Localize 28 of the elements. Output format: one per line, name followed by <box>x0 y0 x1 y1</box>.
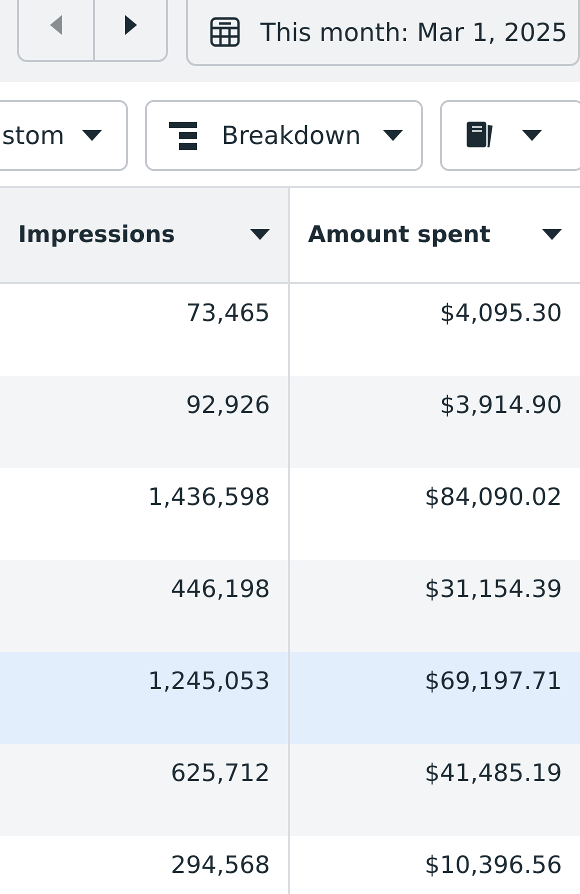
caret-icon <box>383 130 403 142</box>
table-cell: $69,197.71 <box>290 652 580 744</box>
table-cell-text: $4,095.30 <box>438 298 563 329</box>
caret-icon <box>250 229 270 241</box>
table-cell: $3,914.90 <box>290 376 580 468</box>
table-cell: $31,154.39 <box>290 560 580 652</box>
breakdown-icon <box>169 122 200 150</box>
table-cell: 446,198 <box>0 560 290 652</box>
column-title: Amount spent <box>308 222 490 248</box>
caret-icon <box>522 130 542 142</box>
table-cell-text: $84,090.02 <box>424 482 563 513</box>
calendar-icon <box>210 17 240 47</box>
column-title: Impressions <box>18 222 176 248</box>
caret-icon <box>542 229 562 241</box>
breakdown-button[interactable]: Breakdown <box>145 100 423 171</box>
table-cell: 1,245,053 <box>0 652 290 744</box>
table-cell: 625,712 <box>0 744 290 836</box>
date-range-button[interactable]: This month: Mar 1, 2025 <box>186 0 580 66</box>
table-cell: 92,926 <box>0 376 290 468</box>
reports-button[interactable] <box>440 100 580 171</box>
left-triangle-icon <box>50 15 62 35</box>
right-triangle-icon <box>124 15 136 35</box>
column-header[interactable]: Impressions <box>0 188 290 284</box>
table-cell: 294,568 <box>0 836 290 894</box>
dropdown-button[interactable]: stom <box>0 100 128 171</box>
caret-icon <box>82 130 102 142</box>
table-cell-text: $10,396.56 <box>424 850 563 881</box>
table-cell: $41,485.19 <box>290 744 580 836</box>
